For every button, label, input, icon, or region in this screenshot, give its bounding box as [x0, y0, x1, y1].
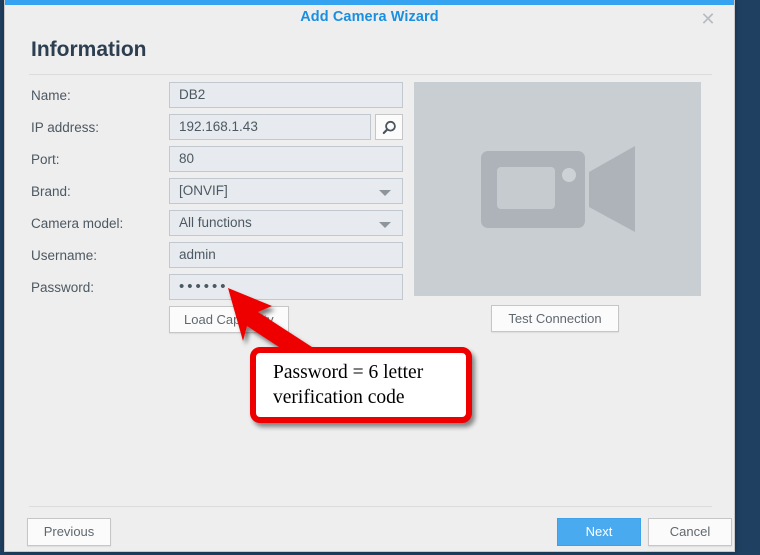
password-input[interactable]: •••••• — [169, 274, 403, 300]
heading-divider — [29, 74, 712, 75]
camera-preview-panel — [414, 82, 701, 296]
form-row-load-capability: Load Capability — [5, 306, 734, 338]
search-icon[interactable] — [375, 114, 403, 140]
port-input[interactable]: 80 — [169, 146, 403, 172]
page-title: Information — [31, 38, 147, 61]
add-camera-wizard-dialog: Add Camera Wizard ✕ Information Name: DB… — [4, 0, 735, 552]
password-masked-value: •••••• — [179, 278, 229, 295]
previous-button[interactable]: Previous — [27, 518, 111, 546]
cancel-button[interactable]: Cancel — [648, 518, 732, 546]
label-ip-address: IP address: — [31, 120, 100, 135]
dialog-title: Add Camera Wizard — [300, 9, 439, 25]
label-port: Port: — [31, 152, 60, 167]
test-connection-button[interactable]: Test Connection — [491, 305, 619, 332]
camera-model-select[interactable]: All functions — [169, 210, 403, 236]
name-input[interactable]: DB2 — [169, 82, 403, 108]
dialog-titlebar: Add Camera Wizard ✕ — [5, 5, 734, 35]
chevron-down-icon — [379, 190, 391, 196]
label-name: Name: — [31, 88, 71, 103]
label-brand: Brand: — [31, 184, 71, 199]
camera-icon — [480, 146, 635, 232]
username-input[interactable]: admin — [169, 242, 403, 268]
footer-divider — [29, 506, 712, 507]
label-password: Password: — [31, 280, 95, 295]
chevron-down-icon — [379, 222, 391, 228]
close-icon[interactable]: ✕ — [696, 7, 720, 31]
brand-select[interactable]: [ONVIF] — [169, 178, 403, 204]
label-camera-model: Camera model: — [31, 216, 124, 231]
next-button[interactable]: Next — [557, 518, 641, 546]
ip-address-input[interactable]: 192.168.1.43 — [169, 114, 371, 140]
label-username: Username: — [31, 248, 98, 263]
load-capability-button[interactable]: Load Capability — [169, 306, 289, 333]
